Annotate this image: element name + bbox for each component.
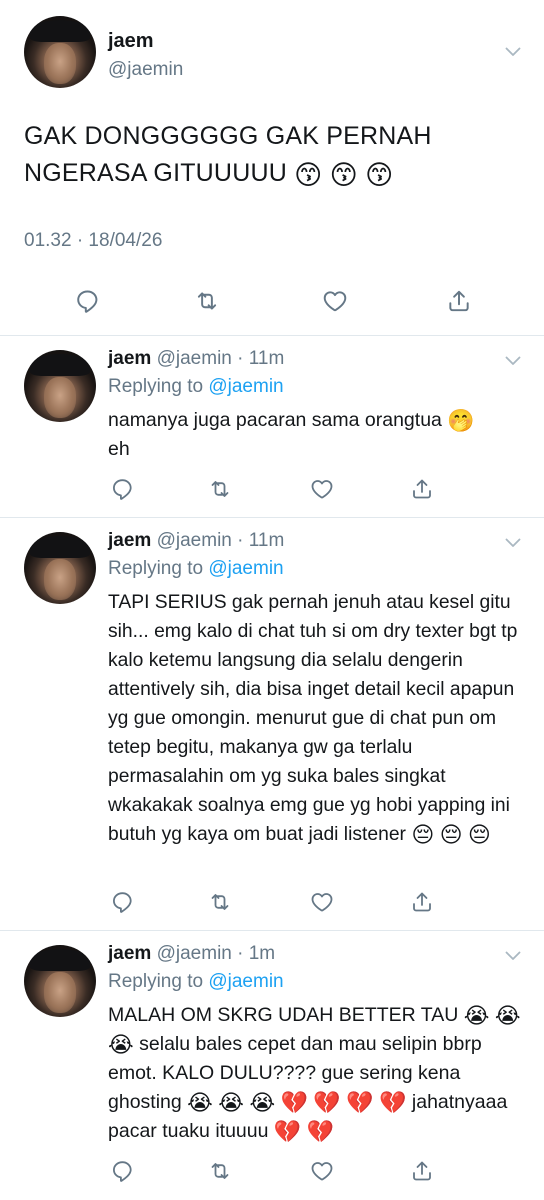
timestamp[interactable]: 01.32 · 18/04/26: [24, 230, 162, 252]
display-name[interactable]: jaem: [108, 348, 151, 369]
chevron-down-icon[interactable]: [505, 356, 521, 366]
broken-heart-icon: 💔: [313, 1090, 341, 1115]
chevron-down-icon[interactable]: [505, 951, 521, 961]
crying-face-icon: 😭: [108, 1032, 134, 1057]
crying-face-icon: 😭: [187, 1090, 213, 1115]
display-name[interactable]: jaem: [108, 943, 151, 964]
share-icon[interactable]: [410, 477, 434, 501]
broken-heart-icon: 💔: [346, 1090, 374, 1115]
crying-face-icon: 😭: [463, 1003, 490, 1028]
reply-tweet: jaem @jaemin · 1m Replying to @jaemin MA…: [0, 931, 544, 1200]
action-bar: [0, 475, 544, 505]
like-icon[interactable]: [310, 477, 334, 501]
reply-icon[interactable]: [110, 890, 134, 914]
crying-face-icon: 😭: [218, 1090, 245, 1115]
avatar[interactable]: [24, 16, 96, 88]
reply-header: jaem @jaemin · 11m: [108, 530, 284, 552]
kissing-face-icon: 😙: [329, 160, 358, 190]
handle-time: @jaemin · 11m: [156, 348, 285, 369]
pensive-face-icon: 😔: [467, 822, 491, 847]
share-icon[interactable]: [446, 288, 472, 314]
share-icon[interactable]: [410, 1159, 434, 1183]
avatar[interactable]: [24, 350, 96, 422]
hand-over-mouth-icon: 🤭: [447, 408, 475, 433]
like-icon[interactable]: [310, 890, 334, 914]
broken-heart-icon: 💔: [306, 1119, 335, 1144]
replying-to: Replying to @jaemin: [108, 558, 284, 580]
tweet-text: TAPI SERIUS gak pernah jenuh atau kesel …: [108, 588, 526, 849]
tweet-text: MALAH OM SKRG UDAH BETTER TAU 😭 😭 😭 sela…: [108, 1001, 526, 1146]
pensive-face-icon: 😔: [411, 822, 435, 847]
replying-to-label: Replying to: [108, 376, 204, 397]
reply-icon[interactable]: [110, 477, 134, 501]
crying-face-icon: 😭: [494, 1003, 521, 1028]
kissing-face-icon: 😙: [365, 160, 394, 190]
reply-tweet: jaem @jaemin · 11m Replying to @jaemin n…: [0, 336, 544, 518]
action-bar: [0, 284, 544, 320]
retweet-icon[interactable]: [194, 288, 220, 314]
tweet-text-content: namanya juga pacaran sama orangtua: [108, 409, 442, 431]
share-icon[interactable]: [410, 890, 434, 914]
replying-to-mention[interactable]: @jaemin: [208, 558, 283, 579]
retweet-icon[interactable]: [208, 1159, 232, 1183]
reply-icon[interactable]: [110, 1159, 134, 1183]
broken-heart-icon: 💔: [280, 1090, 308, 1115]
replying-to: Replying to @jaemin: [108, 971, 284, 993]
tweet-text-part-a: MALAH OM SKRG UDAH BETTER TAU: [108, 1004, 459, 1026]
like-icon[interactable]: [310, 1159, 334, 1183]
chevron-down-icon[interactable]: [505, 538, 521, 548]
handle-time: @jaemin · 1m: [156, 943, 276, 964]
replying-to: Replying to @jaemin: [108, 376, 284, 398]
action-bar: [0, 888, 544, 918]
tweet-text: GAK DONGGGGGG GAK PERNAH NGERASA GITUUUU…: [24, 118, 524, 192]
chevron-down-icon[interactable]: [505, 47, 521, 57]
replying-to-mention[interactable]: @jaemin: [208, 971, 283, 992]
like-icon[interactable]: [322, 288, 348, 314]
crying-face-icon: 😭: [249, 1090, 276, 1115]
retweet-icon[interactable]: [208, 890, 232, 914]
main-tweet: jaem @jaemin GAK DONGGGGGG GAK PERNAH NG…: [0, 0, 544, 336]
reply-header: jaem @jaemin · 1m: [108, 943, 275, 965]
reply-header: jaem @jaemin · 11m: [108, 348, 284, 370]
avatar[interactable]: [24, 532, 96, 604]
pensive-face-icon: 😔: [439, 822, 463, 847]
retweet-icon[interactable]: [208, 477, 232, 501]
reply-tweet: jaem @jaemin · 11m Replying to @jaemin T…: [0, 518, 544, 931]
tweet-text-tail: eh: [108, 438, 130, 460]
replying-to-mention[interactable]: @jaemin: [208, 376, 283, 397]
display-name[interactable]: jaem: [108, 530, 151, 551]
broken-heart-icon: 💔: [273, 1119, 302, 1144]
replying-to-label: Replying to: [108, 558, 204, 579]
tweet-text-content: TAPI SERIUS gak pernah jenuh atau kesel …: [108, 592, 518, 845]
replying-to-label: Replying to: [108, 971, 204, 992]
display-name[interactable]: jaem: [108, 30, 154, 53]
reply-icon[interactable]: [74, 288, 100, 314]
avatar[interactable]: [24, 945, 96, 1017]
handle[interactable]: @jaemin: [108, 59, 183, 81]
tweet-text: namanya juga pacaran sama orangtua 🤭 eh: [108, 406, 526, 464]
handle-time: @jaemin · 11m: [156, 530, 285, 551]
broken-heart-icon: 💔: [379, 1090, 407, 1115]
action-bar: [0, 1157, 544, 1187]
kissing-face-icon: 😙: [294, 160, 323, 190]
